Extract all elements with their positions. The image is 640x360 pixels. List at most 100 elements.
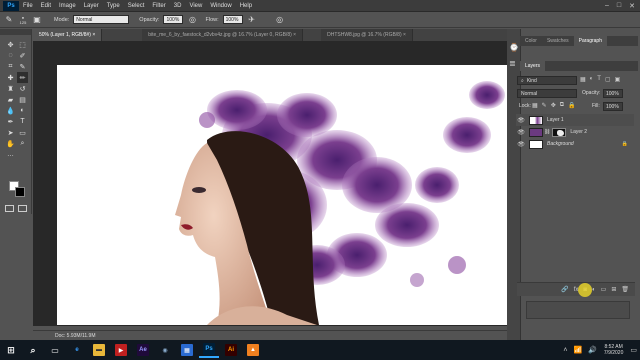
blend-mode-select[interactable]: Normal (517, 89, 577, 98)
media-player-icon[interactable]: ▶ (111, 342, 131, 358)
blur-tool-icon[interactable]: 💧 (5, 105, 16, 116)
menu-window[interactable]: Window (210, 3, 231, 9)
hand-tool-icon[interactable]: ✋ (5, 138, 16, 149)
doc-tab-dhtshw8[interactable]: DHTSHW8.jpg @ 16.7% (RGB/8) × (321, 29, 413, 41)
crop-tool-icon[interactable]: ⌗ (5, 61, 16, 72)
doc-tab-bite-me[interactable]: bite_me_6_by_faestock_d2vbv4z.jpg @ 16.7… (142, 29, 304, 41)
background-color-swatch[interactable] (15, 187, 25, 197)
image-canvas[interactable] (57, 65, 509, 325)
path-select-icon[interactable]: ➤ (5, 127, 16, 138)
pen-tool-icon[interactable]: ✒ (5, 116, 16, 127)
layer-mask-thumbnail[interactable] (552, 127, 567, 137)
photoshop-taskbar-icon[interactable]: Ps (199, 342, 219, 358)
lock-transparent-icon[interactable]: ▦ (532, 102, 538, 109)
menu-3d[interactable]: 3D (174, 3, 182, 9)
tab-color[interactable]: Color (520, 36, 542, 46)
lock-pixels-icon[interactable]: ✎ (542, 102, 547, 109)
history-panel-icon[interactable]: ⌚ (509, 43, 519, 52)
trash-icon[interactable]: 🗑 (621, 286, 629, 293)
adjustment-filter-icon[interactable]: ◐ (590, 76, 594, 85)
mask-icon[interactable]: ◙ (578, 282, 593, 297)
more-tools-icon[interactable]: … (5, 149, 16, 160)
folder-icon[interactable]: ▭ (601, 286, 607, 293)
mode-select[interactable]: Normal (73, 15, 130, 24)
pressure-opacity-icon[interactable]: ◎ (187, 15, 197, 25)
quick-mask-icon[interactable] (5, 205, 14, 212)
adjustment-icon[interactable]: ◐ (592, 287, 596, 293)
edge-icon[interactable]: e (67, 342, 87, 358)
menu-filter[interactable]: Filter (152, 3, 165, 9)
start-button[interactable]: ⊞ (1, 342, 21, 358)
clock[interactable]: 8:52 AM 7/9/2020 (604, 344, 623, 356)
airbrush-icon[interactable]: ✈ (247, 15, 257, 25)
lasso-tool-icon[interactable]: ◌ (5, 50, 16, 61)
healing-brush-icon[interactable]: ✚ (5, 72, 16, 83)
minimize-button[interactable]: – (605, 2, 609, 10)
quick-select-icon[interactable]: ✐ (17, 50, 28, 61)
layer-opacity-field[interactable]: 100% (603, 89, 623, 98)
history-brush-icon[interactable]: ↺ (17, 83, 28, 94)
layer-row[interactable]: 👁 Layer 1 (516, 114, 634, 126)
network-icon[interactable]: 📶 (573, 346, 582, 354)
eyedropper-icon[interactable]: ✎ (17, 61, 28, 72)
brush-tool-icon[interactable]: ✎ (4, 15, 14, 25)
shape-filter-icon[interactable]: ▢ (605, 76, 611, 85)
eraser-tool-icon[interactable]: ▰ (5, 94, 16, 105)
maximize-button[interactable]: □ (617, 2, 621, 10)
flow-field[interactable]: 100% (222, 15, 243, 24)
properties-panel-icon[interactable]: ≣ (509, 59, 516, 68)
after-effects-icon[interactable]: Ae (133, 342, 153, 358)
move-tool-icon[interactable]: ✥ (5, 39, 16, 50)
fill-field[interactable]: 100% (603, 102, 623, 111)
explorer-icon[interactable]: ▬ (89, 342, 109, 358)
brush-preset-icon[interactable]: ● 125 (18, 15, 28, 25)
menu-edit[interactable]: Edit (41, 3, 51, 9)
tray-arrow-icon[interactable]: ˄ (563, 347, 567, 354)
dodge-tool-icon[interactable]: ◐ (17, 105, 28, 116)
link-icon[interactable]: 🔗 (561, 286, 568, 293)
pixel-filter-icon[interactable]: ▦ (580, 76, 586, 85)
type-tool-icon[interactable]: T (17, 116, 28, 127)
tab-swatches[interactable]: Swatches (542, 36, 574, 46)
volume-icon[interactable]: 🔊 (588, 346, 597, 354)
marquee-tool-icon[interactable]: ⬚ (17, 39, 28, 50)
layer-row[interactable]: 👁 ⛓ Layer 2 (516, 126, 634, 138)
visibility-eye-icon[interactable]: 👁 (516, 117, 526, 124)
menu-file[interactable]: File (23, 3, 33, 9)
menu-select[interactable]: Select (128, 3, 145, 9)
screen-mode-icon[interactable] (18, 205, 27, 212)
canvas-area[interactable] (33, 41, 509, 326)
close-button[interactable]: ✕ (629, 2, 635, 10)
lock-artboard-icon[interactable]: ⧉ (560, 102, 564, 109)
brush-tool-selected-icon[interactable]: ✏ (17, 72, 28, 83)
doc-tab-active[interactable]: 50% (Layer 1, RGB/8#) × (33, 29, 103, 41)
shape-tool-icon[interactable]: ▭ (17, 127, 28, 138)
menu-image[interactable]: Image (59, 3, 76, 9)
menu-layer[interactable]: Layer (84, 3, 99, 9)
smart-object-filter-icon[interactable]: ▣ (615, 76, 621, 85)
new-layer-icon[interactable]: ⊞ (611, 286, 616, 293)
zoom-tool-icon[interactable]: ⌕ (17, 138, 28, 149)
lock-all-icon[interactable]: 🔒 (568, 102, 575, 109)
visibility-eye-icon[interactable]: 👁 (516, 141, 526, 148)
tab-layers[interactable]: Layers (520, 61, 546, 71)
menu-help[interactable]: Help (240, 3, 252, 9)
brush-panel-icon[interactable]: ▣ (32, 15, 42, 25)
illustrator-icon[interactable]: Ai (221, 342, 241, 358)
store-icon[interactable]: ▦ (177, 342, 197, 358)
visibility-eye-icon[interactable]: 👁 (516, 129, 526, 136)
layer-row[interactable]: 👁 Background 🔒 (516, 138, 634, 150)
lock-position-icon[interactable]: ✥ (551, 102, 556, 109)
opacity-field[interactable]: 100% (163, 15, 184, 24)
vlc-icon[interactable]: ▲ (243, 342, 263, 358)
menu-type[interactable]: Type (107, 3, 120, 9)
layer-filter-select[interactable]: ⌕ Kind (517, 76, 577, 85)
tab-paragraph[interactable]: Paragraph (573, 36, 607, 46)
type-filter-icon[interactable]: T (597, 76, 601, 85)
notification-icon[interactable]: ▭ (630, 346, 637, 354)
clone-stamp-icon[interactable]: ♜ (5, 83, 16, 94)
pressure-size-icon[interactable]: ◎ (275, 15, 285, 25)
search-taskbar-icon[interactable]: ⌕ (23, 342, 43, 358)
gradient-tool-icon[interactable]: ▤ (17, 94, 28, 105)
task-view-icon[interactable]: ▭ (45, 342, 65, 358)
